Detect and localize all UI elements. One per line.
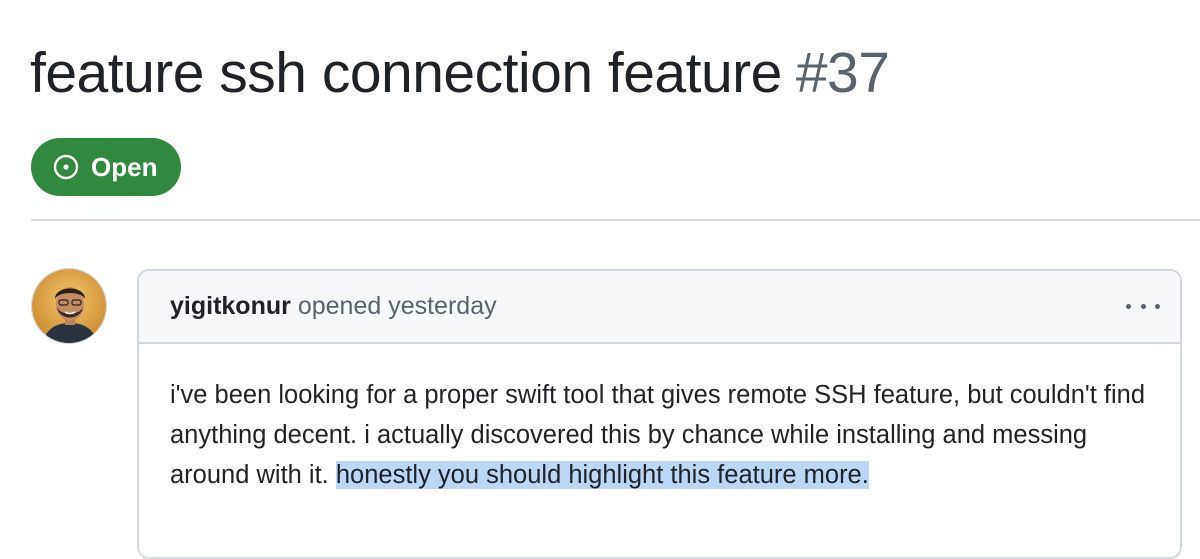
comment-body: i've been looking for a proper swift too… [139,344,1180,495]
comment-header: yigitkonur opened yesterday [139,271,1180,344]
kebab-horizontal-icon[interactable] [1126,297,1160,317]
comment-author[interactable]: yigitkonur [170,292,291,321]
issue-state-label: Open [91,151,158,182]
header-divider [31,219,1200,221]
issue-comment: yigitkonur opened yesterday i've been lo… [137,269,1182,559]
avatar[interactable] [31,268,107,344]
issue-state-badge: Open [31,138,181,196]
comment-body-highlighted: honestly you should highlight this featu… [335,461,869,489]
issue-opened-icon [53,154,79,180]
issue-title-text: feature ssh connection feature [30,41,782,105]
issue-title: feature ssh connection feature #37 [30,38,890,108]
comment-meta: opened yesterday [297,292,497,320]
issue-number: #37 [795,41,890,105]
